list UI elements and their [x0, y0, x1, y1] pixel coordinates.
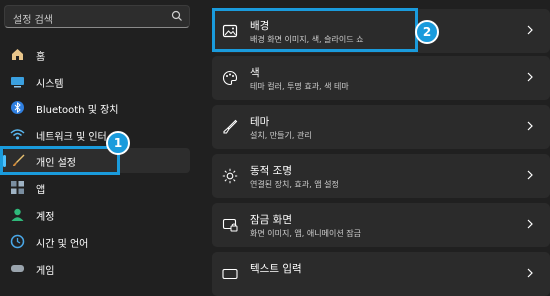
wifi-icon	[10, 129, 25, 140]
card-title: 텍스트 입력	[250, 263, 302, 275]
card-subtitle: 연결된 장치, 효과, 앱 설정	[250, 180, 339, 189]
sidebar-item-system[interactable]: 시스템	[0, 69, 190, 94]
sidebar-item-label: 네트워크 및 인터	[36, 132, 107, 143]
chevron-right-icon	[527, 219, 533, 229]
lighting-icon	[222, 168, 238, 184]
sidebar-item-time-language[interactable]: 시간 및 언어	[0, 229, 190, 254]
card-colors[interactable]: 색 테마 컬러, 투명 효과, 색 테마	[212, 56, 550, 100]
sidebar-item-home[interactable]: 홈	[0, 42, 190, 67]
keyboard-icon	[222, 268, 238, 280]
card-title: 테마	[250, 116, 270, 128]
sidebar-item-accounts[interactable]: 계정	[0, 202, 190, 227]
sidebar-item-label: 시스템	[36, 79, 64, 90]
card-text-input[interactable]: 텍스트 입력	[212, 252, 550, 296]
callout-highlight-1	[0, 146, 120, 175]
card-lock-screen[interactable]: 잠금 화면 화면 이미지, 앱, 애니메이션 잠금	[212, 203, 550, 247]
chevron-right-icon	[527, 121, 533, 131]
apps-icon	[11, 181, 24, 194]
card-title: 동적 조명	[250, 165, 292, 177]
callout-highlight-2	[212, 8, 418, 52]
sidebar-item-label: 앱	[36, 185, 46, 196]
callout-badge-1: 1	[106, 131, 130, 155]
sidebar-item-bluetooth[interactable]: Bluetooth 및 장치	[0, 95, 190, 120]
sidebar-item-label: 게임	[36, 266, 55, 277]
card-title: 잠금 화면	[250, 214, 292, 226]
sidebar-item-label: 시간 및 언어	[36, 239, 89, 250]
search-placeholder: 설정 검색	[13, 15, 53, 26]
palette-icon	[222, 70, 238, 86]
card-subtitle: 화면 이미지, 앱, 애니메이션 잠금	[250, 229, 361, 238]
sidebar: 설정 검색 홈 시스템 Bluetooth 및 장치 네트워크 및 인터 개인 …	[0, 0, 200, 277]
sidebar-item-network[interactable]: 네트워크 및 인터	[0, 122, 190, 147]
bluetooth-icon	[11, 101, 24, 114]
time-language-icon	[10, 234, 25, 249]
card-subtitle: 테마 컬러, 투명 효과, 색 테마	[250, 82, 349, 91]
brush-icon	[223, 119, 238, 134]
card-title: 색	[250, 67, 260, 79]
account-icon	[11, 208, 24, 221]
chevron-right-icon	[527, 25, 533, 35]
chevron-right-icon	[527, 72, 533, 82]
card-dynamic-lighting[interactable]: 동적 조명 연결된 장치, 효과, 앱 설정	[212, 154, 550, 198]
callout-badge-2: 2	[415, 20, 439, 44]
sidebar-item-label: Bluetooth 및 장치	[36, 105, 119, 116]
card-subtitle: 설치, 만들기, 관리	[250, 131, 312, 140]
lock-screen-icon	[222, 218, 238, 232]
chevron-right-icon	[527, 170, 533, 180]
sidebar-item-label: 계정	[36, 212, 55, 223]
system-icon	[11, 77, 24, 88]
sidebar-item-apps[interactable]: 앱	[0, 175, 190, 200]
sidebar-item-gaming[interactable]: 게임	[0, 256, 190, 281]
gaming-icon	[11, 265, 24, 272]
search-icon[interactable]	[171, 10, 183, 22]
card-themes[interactable]: 테마 설치, 만들기, 관리	[212, 105, 550, 149]
search-box[interactable]: 설정 검색	[4, 5, 190, 28]
chevron-right-icon	[527, 268, 533, 278]
sidebar-item-label: 홈	[36, 52, 46, 63]
home-icon	[12, 49, 23, 60]
